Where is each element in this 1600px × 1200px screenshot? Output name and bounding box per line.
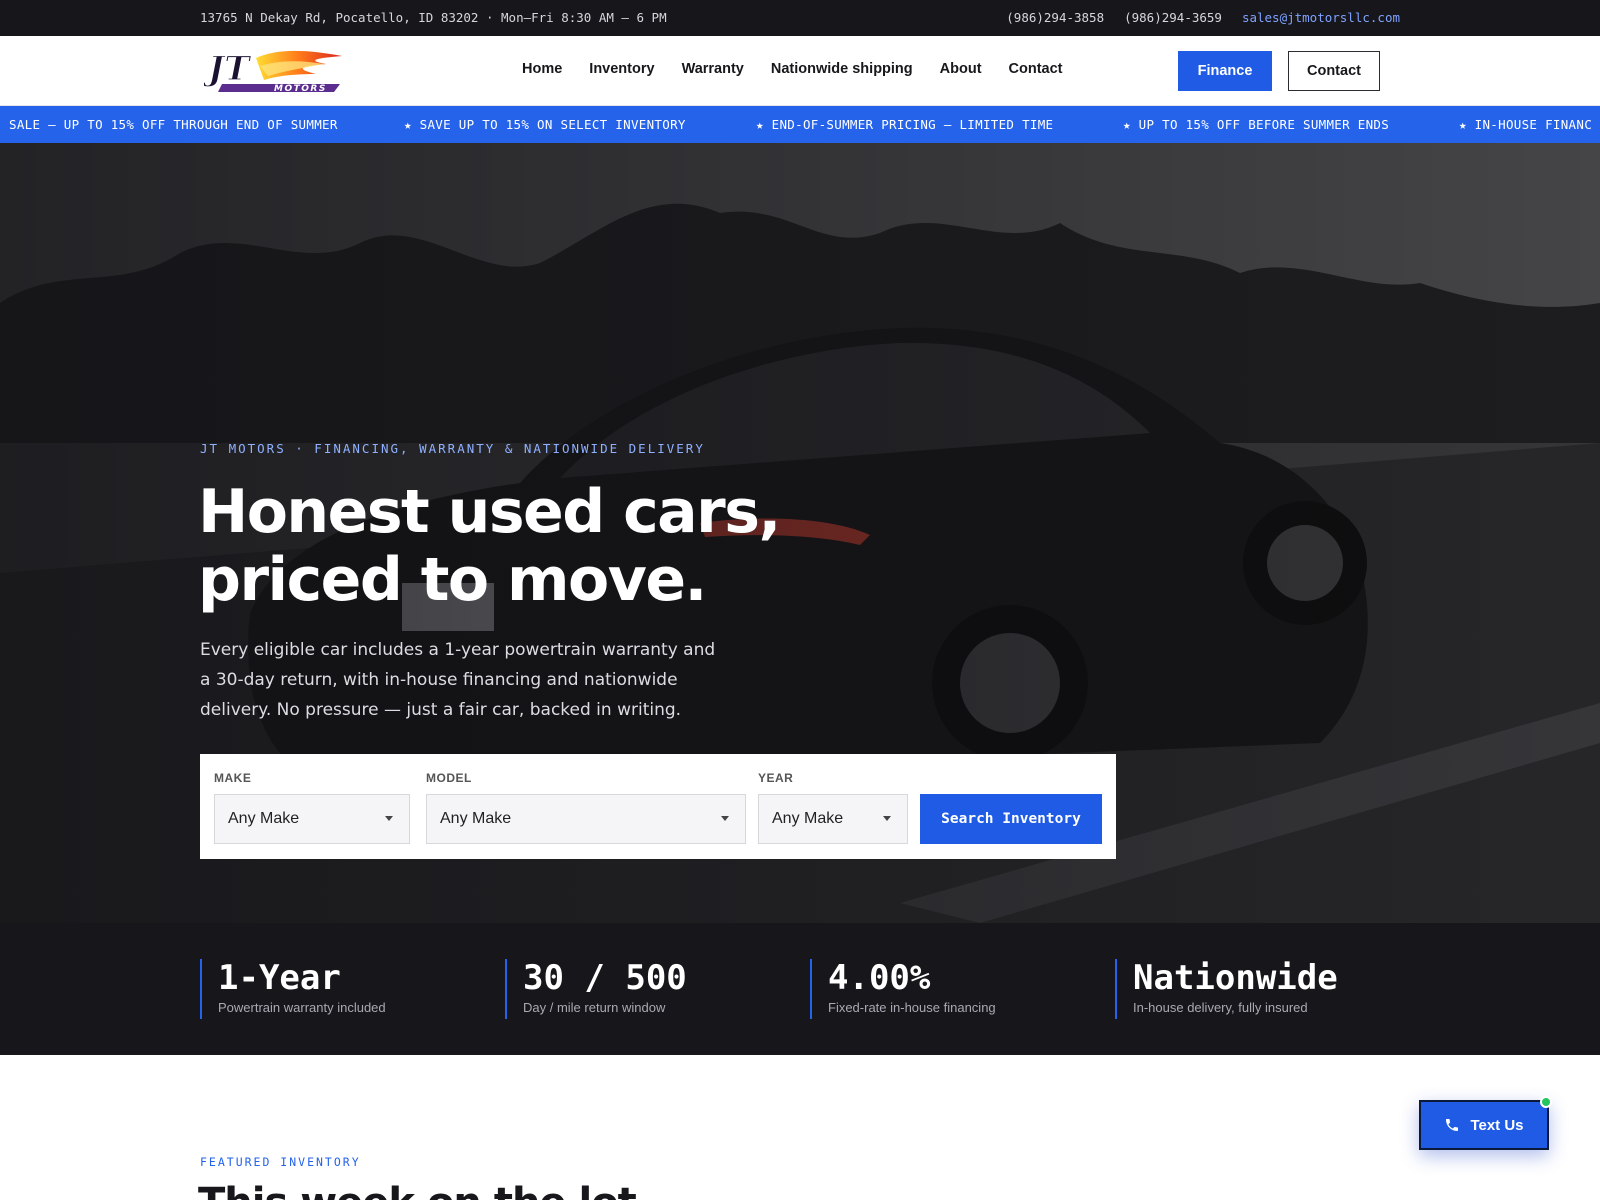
hero-eyebrow: JT MOTORS · FINANCING, WARRANTY & NATION…: [200, 441, 705, 456]
text-us-label: Text Us: [1470, 1116, 1524, 1134]
nav-nationwide-shipping[interactable]: Nationwide shipping: [771, 61, 913, 77]
make-select[interactable]: Any Make: [214, 794, 410, 844]
stat-warranty: 1-Year Powertrain warranty included: [200, 959, 386, 1019]
nav-home[interactable]: Home: [522, 61, 562, 77]
contact-button[interactable]: Contact: [1288, 51, 1380, 91]
headline-line-2: priced to move.: [198, 545, 707, 615]
ticker-item: ★ IN-HOUSE FINANC: [1459, 117, 1593, 132]
year-label: YEAR: [758, 771, 794, 785]
main-nav: Home Inventory Warranty Nationwide shipp…: [522, 61, 1063, 77]
promo-ticker: SALE — UP TO 15% OFF THROUGH END OF SUMM…: [0, 106, 1600, 143]
stat-label: In-house delivery, fully insured: [1133, 1000, 1308, 1015]
year-select[interactable]: Any Make: [758, 794, 908, 844]
nav-about[interactable]: About: [940, 61, 982, 77]
model-label: MODEL: [426, 771, 472, 785]
featured-eyebrow: FEATURED INVENTORY: [200, 1155, 361, 1169]
headline-line-1: Honest used cars,: [198, 477, 781, 547]
nav-inventory[interactable]: Inventory: [589, 61, 654, 77]
stat-label: Powertrain warranty included: [218, 1000, 386, 1015]
nav-warranty[interactable]: Warranty: [682, 61, 744, 77]
text-us-button[interactable]: Text Us: [1419, 1096, 1552, 1150]
contact-links: (986)294-3858 (986)294-3659 sales@jtmoto…: [1006, 10, 1400, 25]
jt-motors-logo[interactable]: MOTORS JT: [201, 46, 346, 96]
chevron-down-icon: [721, 816, 729, 821]
stat-value: 30 / 500: [523, 958, 687, 998]
phone-link-2[interactable]: (986)294-3659: [1124, 10, 1222, 25]
stat-label: Fixed-rate in-house financing: [828, 1000, 996, 1015]
site-header: MOTORS JT Home Inventory Warranty Nation…: [0, 36, 1600, 106]
ticker-item: ★ SAVE UP TO 15% ON SELECT INVENTORY: [404, 117, 686, 132]
online-status-dot: [1540, 1096, 1552, 1108]
nav-contact[interactable]: Contact: [1009, 61, 1063, 77]
phone-icon: [1446, 1119, 1459, 1131]
stat-return-window: 30 / 500 Day / mile return window: [505, 959, 687, 1019]
featured-title: This week on the lot: [198, 1180, 637, 1200]
ticker-item: ★ END-OF-SUMMER PRICING — LIMITED TIME: [756, 117, 1054, 132]
chevron-down-icon: [385, 816, 393, 821]
model-select-value: Any Make: [440, 810, 512, 827]
make-select-value: Any Make: [228, 810, 300, 827]
year-select-value: Any Make: [772, 810, 844, 827]
email-link[interactable]: sales@jtmotorsllc.com: [1242, 10, 1400, 25]
inventory-search-panel: MAKE Any Make MODEL Any Make YEAR Any Ma…: [200, 754, 1116, 859]
svg-text:JT: JT: [204, 49, 252, 89]
stat-financing: 4.00% Fixed-rate in-house financing: [810, 959, 996, 1019]
stat-delivery: Nationwide In-house delivery, fully insu…: [1115, 959, 1338, 1019]
stats-bar: 1-Year Powertrain warranty included 30 /…: [0, 923, 1600, 1055]
hero-headline: Honest used cars, priced to move.: [198, 478, 818, 614]
ticker-item: ★ UP TO 15% OFF BEFORE SUMMER ENDS: [1123, 117, 1390, 132]
finance-button[interactable]: Finance: [1178, 51, 1272, 91]
stat-value: 1-Year: [218, 958, 341, 998]
chevron-down-icon: [883, 816, 891, 821]
stat-value: Nationwide: [1133, 958, 1338, 998]
phone-link-1[interactable]: (986)294-3858: [1006, 10, 1104, 25]
make-label: MAKE: [214, 771, 252, 785]
hero-section: JT MOTORS · FINANCING, WARRANTY & NATION…: [0, 143, 1600, 923]
stat-label: Day / mile return window: [523, 1000, 666, 1015]
stat-value: 4.00%: [828, 958, 931, 998]
search-inventory-button[interactable]: Search Inventory: [920, 794, 1102, 844]
hero-description: Every eligible car includes a 1-year pow…: [200, 640, 716, 720]
top-info-bar: 13765 N Dekay Rd, Pocatello, ID 83202 · …: [0, 0, 1600, 36]
ticker-item: SALE — UP TO 15% OFF THROUGH END OF SUMM…: [9, 117, 338, 132]
model-select[interactable]: Any Make: [426, 794, 746, 844]
address-hours: 13765 N Dekay Rd, Pocatello, ID 83202 · …: [200, 10, 667, 25]
svg-text:MOTORS: MOTORS: [274, 84, 327, 94]
